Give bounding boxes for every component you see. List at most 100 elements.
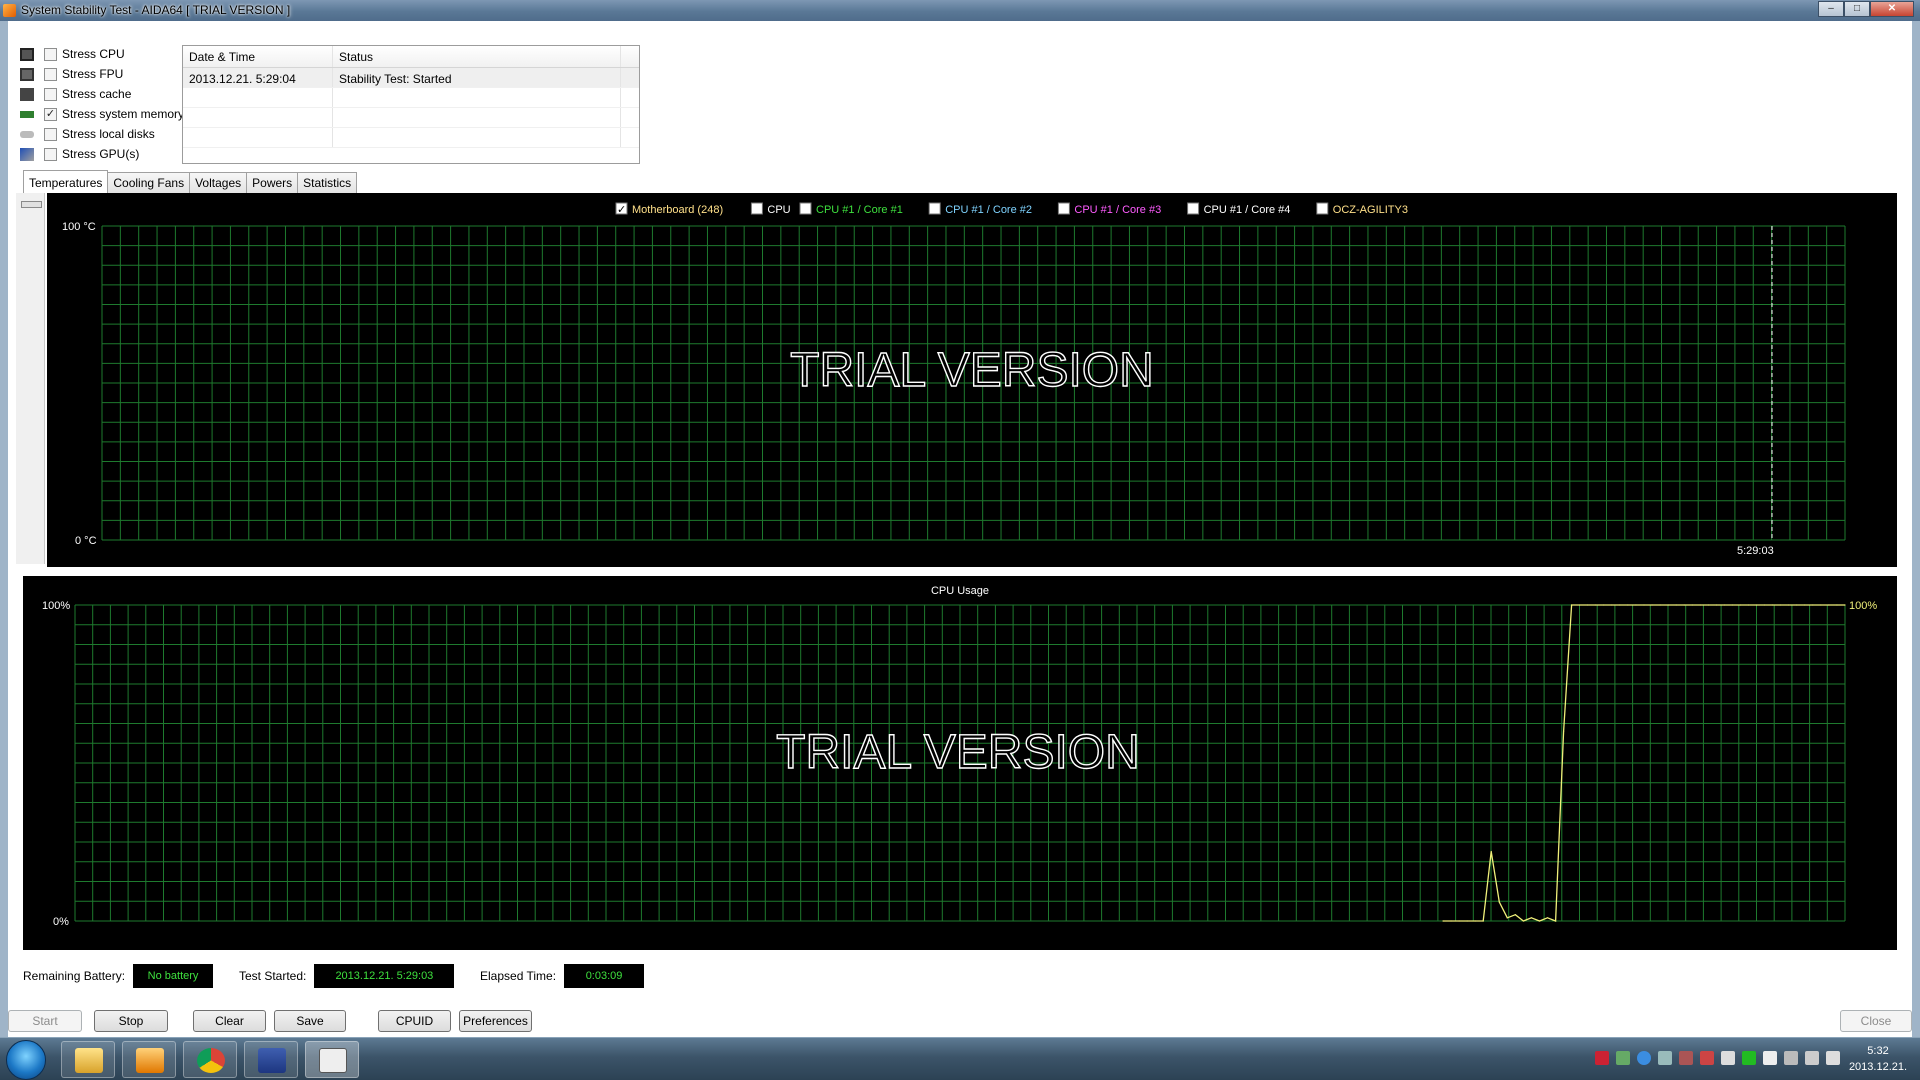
table-row (183, 128, 639, 148)
aida64-app-icon (3, 4, 16, 17)
chrome-icon (197, 1048, 225, 1073)
tray-monitor-icon[interactable] (1658, 1051, 1672, 1065)
legend-label: CPU #1 / Core #3 (1074, 204, 1161, 216)
elapsed-time-value: 0:03:09 (564, 964, 645, 988)
clear-button[interactable]: Clear (193, 1010, 266, 1032)
column-header-status[interactable]: Status (333, 46, 621, 67)
start-button-icon[interactable] (6, 1040, 46, 1080)
cpu-usage-point (1804, 604, 1806, 606)
cpu-usage-point (1563, 730, 1565, 732)
stress-cache-checkbox[interactable] (44, 87, 57, 101)
stress-option[interactable]: Stress local disks (20, 124, 190, 144)
legend-checkbox[interactable] (1316, 202, 1329, 215)
cpu-usage-point (1755, 604, 1758, 606)
floppy-save-icon (258, 1048, 286, 1073)
tray-network-icon[interactable] (1616, 1051, 1630, 1065)
minimize-button[interactable]: – (1818, 1, 1844, 17)
legend-label: CPU (767, 204, 790, 216)
stress-memory-checkbox[interactable]: ✓ (44, 107, 57, 121)
cpu-usage-point (1667, 604, 1669, 606)
cpu-usage-point (1627, 604, 1629, 606)
cpu-usage-point (1844, 604, 1846, 606)
tab-powers[interactable]: Powers (246, 172, 299, 193)
legend-label: OCZ-AGILITY3 (1333, 204, 1408, 216)
aida64-icon (319, 1048, 347, 1073)
cpu-usage-point (1611, 604, 1613, 606)
cpu-usage-point (1699, 604, 1701, 606)
cpu-usage-point (1707, 604, 1709, 606)
cache-icon (20, 87, 34, 101)
tray-chip-icon[interactable] (1679, 1051, 1693, 1065)
cpu-usage-point (1747, 604, 1750, 606)
close-button[interactable]: Close (1840, 1010, 1912, 1032)
legend-checkbox[interactable] (750, 202, 763, 215)
tab-voltages[interactable]: Voltages (189, 172, 248, 193)
cpu-usage-graph-canvas: CPU Usage 100% 0% 100% TRIAL VERSION (42, 585, 1877, 928)
table-row (183, 108, 639, 128)
stress-disks-checkbox[interactable] (44, 127, 57, 141)
elapsed-time-label: Elapsed Time: (480, 969, 557, 983)
legend-checkbox[interactable] (928, 202, 941, 215)
tray-display-icon[interactable] (1805, 1051, 1819, 1065)
graph-scroll-track[interactable] (16, 193, 45, 564)
tray-security-icon[interactable] (1742, 1051, 1756, 1065)
stress-option-label: Stress FPU (62, 67, 124, 81)
tray-flag-icon[interactable] (1763, 1051, 1777, 1065)
taskbar-explorer[interactable] (61, 1041, 115, 1078)
tray-volume-muted-icon[interactable] (1721, 1051, 1735, 1065)
legend-checkbox[interactable] (1187, 202, 1200, 215)
stress-fpu-checkbox[interactable] (44, 67, 57, 81)
stress-option-label: Stress system memory (62, 107, 185, 121)
maximize-button[interactable]: □ (1844, 1, 1870, 17)
test-started-label: Test Started: (239, 969, 307, 983)
taskbar-save-app[interactable] (244, 1041, 298, 1078)
cpu-usage-point (1482, 920, 1484, 922)
stress-option[interactable]: ✓ Stress system memory (20, 104, 190, 124)
stop-button[interactable]: Stop (94, 1010, 168, 1032)
taskbar-chrome[interactable] (183, 1041, 237, 1078)
taskbar-aida64[interactable] (305, 1041, 359, 1078)
legend-checkbox[interactable] (1057, 202, 1070, 215)
table-row[interactable]: 2013.12.21. 5:29:04 Stability Test: Star… (183, 68, 639, 88)
cpu-usage-point (1466, 920, 1468, 922)
log-status: Stability Test: Started (333, 68, 621, 87)
window-title: System Stability Test - AIDA64 [ TRIAL V… (21, 3, 291, 17)
tray-sensor-icon[interactable] (1700, 1051, 1714, 1065)
start-button[interactable]: Start (8, 1010, 82, 1032)
cpu-usage-point (1764, 604, 1766, 606)
cpu-usage-point (1458, 920, 1460, 922)
tray-update-icon[interactable] (1637, 1051, 1651, 1065)
stress-gpu-checkbox[interactable] (44, 147, 57, 161)
column-header-datetime[interactable]: Date & Time (183, 46, 333, 67)
stress-option[interactable]: Stress CPU (20, 44, 190, 64)
test-log-table[interactable]: Date & Time Status 2013.12.21. 5:29:04 S… (182, 45, 640, 164)
window-title-bar[interactable]: System Stability Test - AIDA64 [ TRIAL V… (0, 0, 1920, 21)
battery-status: Remaining Battery: No battery (23, 964, 214, 988)
tray-speaker-icon[interactable] (1826, 1051, 1840, 1065)
test-started-status: Test Started: 2013.12.21. 5:29:03 (239, 964, 455, 988)
cpu-usage-title: CPU Usage (931, 585, 989, 597)
cpu-usage-point (1490, 850, 1492, 853)
stress-option[interactable]: Stress FPU (20, 64, 190, 84)
preferences-button[interactable]: Preferences (459, 1010, 532, 1032)
tab-statistics[interactable]: Statistics (297, 172, 358, 193)
cpuid-button[interactable]: CPUID (378, 1010, 451, 1032)
cpu-usage-point (1554, 920, 1557, 922)
stress-option[interactable]: Stress cache (20, 84, 190, 104)
legend-checkbox[interactable] (799, 202, 812, 215)
stress-option[interactable]: Stress GPU(s) (20, 144, 190, 164)
close-window-button[interactable]: ✕ (1870, 1, 1914, 17)
save-button[interactable]: Save (274, 1010, 346, 1032)
graph-scroll-thumb[interactable] (21, 201, 42, 208)
tab-cooling-fans[interactable]: Cooling Fans (107, 172, 191, 193)
cpu-usage-point (1812, 604, 1814, 606)
taskbar-clock[interactable]: 5:32 2013.12.21. (1846, 1043, 1910, 1075)
cpu-usage-point (1514, 914, 1516, 916)
tray-app-icon[interactable] (1595, 1051, 1609, 1065)
taskbar-media-player[interactable] (122, 1041, 176, 1078)
stress-cpu-checkbox[interactable] (44, 47, 57, 61)
tray-network-status-icon[interactable] (1784, 1051, 1798, 1065)
tab-temperatures[interactable]: Temperatures (23, 170, 109, 193)
stress-option-label: Stress cache (62, 87, 132, 101)
cpu-usage-point (1450, 920, 1452, 922)
